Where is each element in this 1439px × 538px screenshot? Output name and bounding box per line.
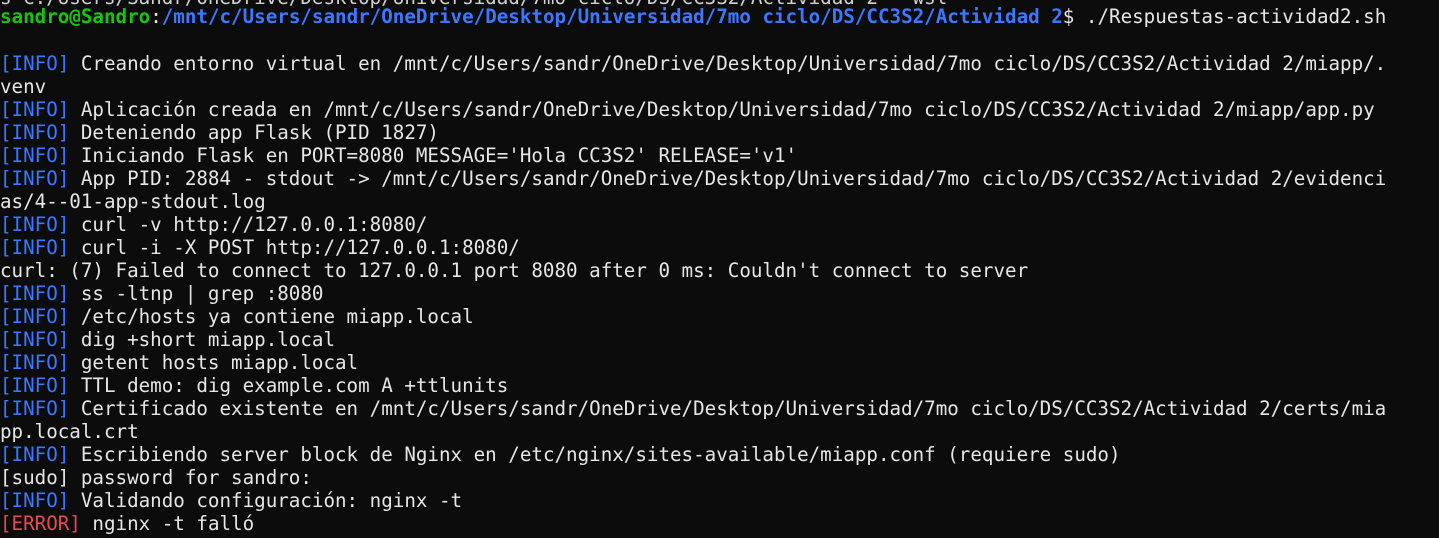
output-text: Deteniendo app Flask (PID 1827) [69, 121, 439, 144]
curl-error-line: curl: (7) Failed to connect to 127.0.0.1… [0, 259, 1028, 282]
output-line: as/4--01-app-stdout.log [0, 190, 266, 213]
info-tag: [INFO] [0, 282, 70, 305]
output-line: [INFO] curl -v http://127.0.0.1:8080/ [0, 213, 427, 236]
output-text: curl -i -X POST http://127.0.0.1:8080/ [69, 236, 520, 259]
info-tag: [INFO] [0, 489, 70, 512]
error-tag: [ERROR] [0, 512, 81, 535]
output-line: [INFO] dig +short miapp.local [0, 328, 335, 351]
info-tag: [INFO] [0, 305, 70, 328]
output-text: Escribiendo server block de Nginx en /et… [69, 443, 1121, 466]
info-tag: [INFO] [0, 236, 70, 259]
sudo-prompt-line: [sudo] password for sandro: [0, 466, 312, 489]
output-line: [INFO] Escribiendo server block de Nginx… [0, 443, 1121, 466]
output-text: as/4--01-app-stdout.log [0, 190, 266, 213]
output-line: [INFO] /etc/hosts ya contiene miapp.loca… [0, 305, 474, 328]
output-text: curl: (7) Failed to connect to 127.0.0.1… [0, 259, 1029, 282]
info-tag: [INFO] [0, 351, 70, 374]
sudo-tag: [sudo] [0, 466, 70, 489]
output-line: pp.local.crt [0, 420, 139, 443]
prompt-path: /mnt/c/Users/sandr/OneDrive/Desktop/Univ… [161, 5, 1063, 28]
prompt-separator: : [150, 5, 162, 28]
output-text: Validando configuración: nginx -t [69, 489, 463, 512]
output-text: pp.local.crt [0, 420, 139, 443]
output-text: dig +short miapp.local [69, 328, 336, 351]
prompt-user-host: sandro@Sandro [0, 5, 151, 28]
output-text: Certificado existente en /mnt/c/Users/sa… [69, 397, 1387, 420]
output-text: ss -ltnp | grep :8080 [69, 282, 324, 305]
output-text: Creando entorno virtual en /mnt/c/Users/… [69, 52, 1387, 75]
terminal-window[interactable]: s‑C:/Users/Sandr/OneDrive/Desktop/Univer… [0, 0, 1439, 538]
prompt-command: ./Respuestas-actividad2.sh [1074, 5, 1387, 28]
output-text: Iniciando Flask en PORT=8080 MESSAGE='Ho… [69, 144, 798, 167]
shell-prompt-line: sandro@Sandro:/mnt/c/Users/sandr/OneDriv… [0, 5, 1386, 28]
output-text: venv [0, 75, 47, 98]
info-tag: [INFO] [0, 374, 70, 397]
output-text: getent hosts miapp.local [69, 351, 359, 374]
error-line: [ERROR] nginx -t falló [0, 512, 254, 535]
output-text: Aplicación creada en /mnt/c/Users/sandr/… [69, 98, 1375, 121]
info-tag: [INFO] [0, 328, 70, 351]
output-line: [INFO] Deteniendo app Flask (PID 1827) [0, 121, 439, 144]
output-line: [INFO] Certificado existente en /mnt/c/U… [0, 397, 1386, 420]
info-tag: [INFO] [0, 167, 70, 190]
output-line: [INFO] TTL demo: dig example.com A +ttlu… [0, 374, 508, 397]
info-tag: [INFO] [0, 121, 70, 144]
output-line: [INFO] curl -i -X POST http://127.0.0.1:… [0, 236, 520, 259]
output-line: [INFO] Creando entorno virtual en /mnt/c… [0, 52, 1386, 75]
output-line: [INFO] Validando configuración: nginx -t [0, 489, 462, 512]
info-tag: [INFO] [0, 98, 70, 121]
output-text: /etc/hosts ya contiene miapp.local [69, 305, 474, 328]
output-line: [INFO] App PID: 2884 - stdout -> /mnt/c/… [0, 167, 1386, 190]
info-tag: [INFO] [0, 213, 70, 236]
output-line: [INFO] getent hosts miapp.local [0, 351, 358, 374]
output-text: TTL demo: dig example.com A +ttlunits [69, 374, 509, 397]
info-tag: [INFO] [0, 397, 70, 420]
prompt-symbol: $ [1062, 5, 1075, 28]
info-tag: [INFO] [0, 52, 70, 75]
output-text: curl -v http://127.0.0.1:8080/ [69, 213, 428, 236]
info-tag: [INFO] [0, 144, 70, 167]
output-text: password for sandro: [69, 466, 312, 489]
output-text: nginx -t falló [80, 512, 255, 535]
output-text: App PID: 2884 - stdout -> /mnt/c/Users/s… [69, 167, 1387, 190]
output-line: venv [0, 75, 46, 98]
output-line: [INFO] Aplicación creada en /mnt/c/Users… [0, 98, 1375, 121]
output-line: [INFO] ss -ltnp | grep :8080 [0, 282, 323, 305]
output-line: [INFO] Iniciando Flask en PORT=8080 MESS… [0, 144, 797, 167]
info-tag: [INFO] [0, 443, 70, 466]
